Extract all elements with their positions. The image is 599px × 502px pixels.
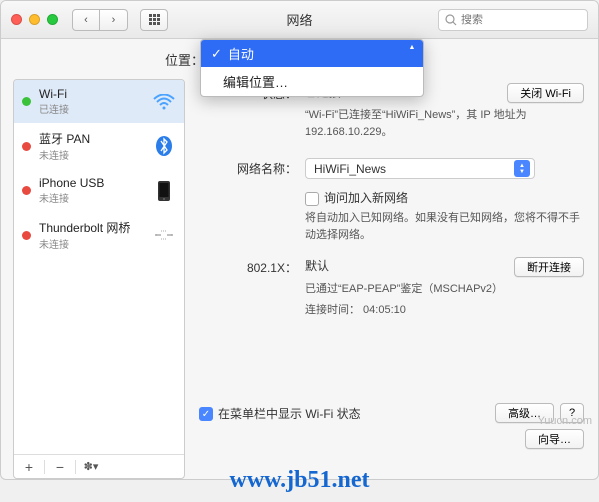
location-label: 位置：	[165, 50, 204, 69]
close-window-button[interactable]	[11, 14, 22, 25]
check-icon: ✓	[211, 46, 222, 62]
forward-button[interactable]: ›	[100, 9, 128, 31]
checkbox-icon	[305, 192, 319, 206]
back-button[interactable]: ‹	[72, 9, 100, 31]
status-dot-icon	[22, 142, 31, 151]
detail-pane: 状态： 已连接 关闭 Wi-Fi “Wi-Fi”已连接至“HiWiFi_News…	[185, 79, 598, 479]
zoom-window-button[interactable]	[47, 14, 58, 25]
nav-segment: ‹ ›	[72, 9, 128, 31]
service-name: Thunderbolt 网桥	[39, 219, 144, 236]
network-name-label: 网络名称：	[199, 158, 305, 179]
dropdown-stepper-icon: ▲▼	[405, 44, 419, 92]
thunderbolt-bridge-icon	[152, 223, 176, 247]
search-field[interactable]	[438, 9, 588, 31]
service-item-iphone-usb[interactable]: iPhone USB未连接	[14, 169, 184, 212]
preferences-window: ‹ › 网络 位置： ✓ 自动 ▲▼ 编辑位置…	[0, 0, 599, 480]
location-edit-option[interactable]: 编辑位置…	[201, 67, 423, 96]
titlebar: ‹ › 网络	[1, 1, 598, 39]
phone-icon	[152, 179, 176, 203]
location-option-selected[interactable]: ✓ 自动 ▲▼	[201, 40, 423, 67]
service-name: iPhone USB	[39, 176, 144, 190]
menubar-status-checkbox[interactable]: ✓ 在菜单栏中显示 Wi-Fi 状态	[199, 405, 361, 422]
ask-join-subtext: 将自动加入已知网络。如果没有已知网络，您将不得不手动选择网络。	[305, 210, 584, 243]
location-dropdown[interactable]: ✓ 自动 ▲▼ 编辑位置…	[200, 39, 424, 97]
site-watermark: www.jb51.net	[0, 467, 599, 494]
service-status: 未连接	[39, 190, 144, 205]
service-item-thunderbolt[interactable]: Thunderbolt 网桥未连接	[14, 212, 184, 258]
service-list: Wi-Fi已连接 蓝牙 PAN未连接 iPhone USB未连接 Thunder…	[14, 80, 184, 454]
grid-icon	[149, 14, 160, 25]
bluetooth-icon	[152, 134, 176, 158]
search-icon	[445, 14, 457, 26]
location-option-label: 自动	[228, 44, 254, 63]
show-all-button[interactable]	[140, 9, 168, 31]
service-item-wifi[interactable]: Wi-Fi已连接	[14, 80, 184, 123]
network-name-select[interactable]: HiWiFi_News ▲▼	[305, 158, 535, 179]
checkbox-checked-icon: ✓	[199, 407, 213, 421]
service-status: 已连接	[39, 101, 144, 116]
window-controls	[11, 14, 58, 25]
minimize-window-button[interactable]	[29, 14, 40, 25]
ask-join-checkbox[interactable]: 询问加入新网络	[305, 191, 408, 205]
body: Wi-Fi已连接 蓝牙 PAN未连接 iPhone USB未连接 Thunder…	[1, 79, 598, 479]
status-dot-icon	[22, 186, 31, 195]
dot1x-label: 802.1X：	[199, 257, 305, 277]
corner-watermark: Yuucn.com	[538, 415, 592, 427]
service-name: 蓝牙 PAN	[39, 130, 144, 147]
wifi-icon	[152, 90, 176, 114]
assist-button[interactable]: 向导…	[525, 429, 584, 449]
dot1x-time-text: 连接时间： 04:05:10	[305, 302, 584, 319]
disconnect-button[interactable]: 断开连接	[514, 257, 584, 277]
service-name: Wi-Fi	[39, 87, 144, 101]
service-status: 未连接	[39, 236, 144, 251]
service-item-bluetooth[interactable]: 蓝牙 PAN未连接	[14, 123, 184, 169]
service-status: 未连接	[39, 147, 144, 162]
menubar-status-label: 在菜单栏中显示 Wi-Fi 状态	[218, 407, 361, 421]
turn-off-wifi-button[interactable]: 关闭 Wi-Fi	[507, 83, 584, 103]
network-name-value: HiWiFi_News	[314, 162, 386, 176]
location-row: 位置： ✓ 自动 ▲▼ 编辑位置…	[1, 39, 598, 79]
chevron-updown-icon: ▲▼	[514, 160, 530, 177]
status-dot-icon	[22, 97, 31, 106]
status-subtext: “Wi-Fi”已连接至“HiWiFi_News”，其 IP 地址为 192.16…	[305, 107, 584, 140]
search-input[interactable]	[461, 14, 581, 26]
status-dot-icon	[22, 231, 31, 240]
service-sidebar: Wi-Fi已连接 蓝牙 PAN未连接 iPhone USB未连接 Thunder…	[13, 79, 185, 479]
dot1x-auth-text: 已通过“EAP-PEAP”鉴定（MSCHAPv2）	[305, 281, 584, 298]
ask-join-label: 询问加入新网络	[324, 191, 408, 205]
dot1x-value: 默认	[305, 257, 329, 274]
